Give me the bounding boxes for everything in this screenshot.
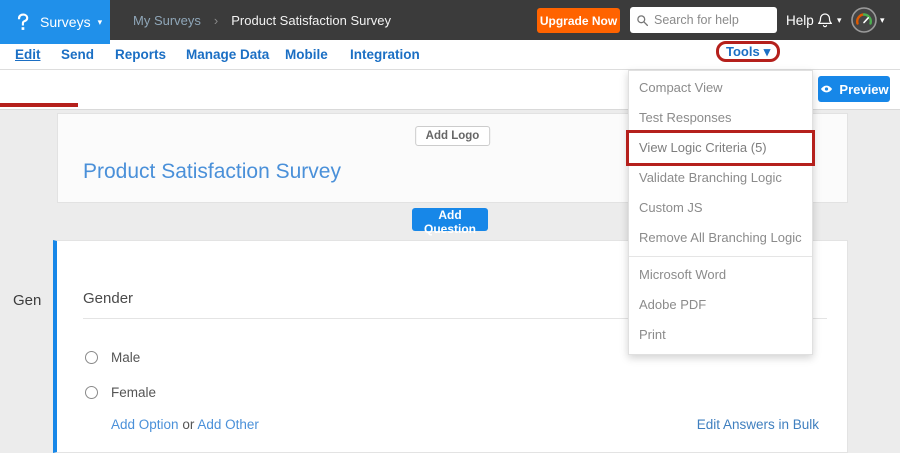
add-option-link[interactable]: Add Option bbox=[111, 417, 179, 432]
proprofs-logo-icon bbox=[13, 12, 33, 33]
menu-item-microsoft-word[interactable]: Microsoft Word bbox=[629, 260, 812, 290]
menu-item-validate-branching[interactable]: Validate Branching Logic bbox=[629, 163, 812, 193]
edit-answers-bulk-link[interactable]: Edit Answers in Bulk bbox=[697, 417, 819, 432]
survey-title[interactable]: Product Satisfaction Survey bbox=[83, 160, 341, 184]
tab-send[interactable]: Send bbox=[61, 47, 94, 62]
question-title[interactable]: Gender bbox=[83, 290, 133, 307]
add-logo-button[interactable]: Add Logo bbox=[415, 126, 491, 146]
help-search-box[interactable] bbox=[630, 7, 777, 33]
tab-mobile[interactable]: Mobile bbox=[285, 47, 328, 62]
menu-item-custom-js[interactable]: Custom JS bbox=[629, 193, 812, 223]
account-menu[interactable]: ▾ bbox=[851, 0, 885, 40]
menu-item-view-logic-criteria[interactable]: View Logic Criteria (5) bbox=[629, 133, 812, 163]
tab-reports[interactable]: Reports bbox=[115, 47, 166, 62]
chevron-down-icon: ▾ bbox=[880, 15, 885, 26]
option-row-female: Female bbox=[85, 385, 156, 400]
bell-icon bbox=[816, 11, 834, 30]
breadcrumb: My Surveys › Product Satisfaction Survey bbox=[133, 0, 391, 40]
radio-female[interactable] bbox=[85, 386, 98, 399]
chevron-down-icon: ▾ bbox=[837, 15, 842, 26]
menu-divider bbox=[629, 256, 812, 257]
tools-label: Tools bbox=[726, 44, 760, 59]
tools-dropdown-button[interactable]: Tools ▾ bbox=[716, 41, 780, 62]
preview-label: Preview bbox=[839, 82, 888, 97]
search-icon bbox=[636, 14, 649, 27]
option-label[interactable]: Male bbox=[111, 350, 140, 365]
app-window: My Surveys › Product Satisfaction Survey… bbox=[0, 0, 900, 453]
background-text-fragment: Gen bbox=[13, 292, 41, 309]
menu-item-remove-branching[interactable]: Remove All Branching Logic bbox=[629, 223, 812, 253]
option-row-male: Male bbox=[85, 350, 140, 365]
breadcrumb-my-surveys[interactable]: My Surveys bbox=[133, 13, 201, 28]
help-search-input[interactable] bbox=[654, 13, 764, 27]
tab-manage-data[interactable]: Manage Data bbox=[186, 47, 269, 62]
upgrade-now-button[interactable]: Upgrade Now bbox=[537, 8, 620, 33]
tab-integration[interactable]: Integration bbox=[350, 47, 420, 62]
menu-item-test-responses[interactable]: Test Responses bbox=[629, 103, 812, 133]
tab-edit[interactable]: Edit bbox=[15, 47, 41, 62]
breadcrumb-current-survey: Product Satisfaction Survey bbox=[231, 13, 391, 28]
top-header: My Surveys › Product Satisfaction Survey… bbox=[0, 0, 900, 40]
menu-item-compact-view[interactable]: Compact View bbox=[629, 73, 812, 103]
help-link[interactable]: Help bbox=[786, 0, 814, 40]
avatar-gauge-icon bbox=[851, 7, 877, 33]
menu-item-print[interactable]: Print bbox=[629, 320, 812, 350]
breadcrumb-separator: › bbox=[214, 13, 218, 28]
chevron-down-icon: ▾ bbox=[98, 17, 103, 28]
add-other-link[interactable]: Add Other bbox=[197, 417, 259, 432]
eye-icon bbox=[819, 83, 834, 95]
add-question-button[interactable]: Add Question bbox=[412, 208, 488, 231]
option-label[interactable]: Female bbox=[111, 385, 156, 400]
chevron-down-icon: ▾ bbox=[764, 44, 771, 60]
add-option-row: Add Option or Add Other bbox=[111, 417, 259, 432]
radio-male[interactable] bbox=[85, 351, 98, 364]
app-switcher-label: Surveys bbox=[40, 14, 91, 30]
tools-dropdown-menu: Compact View Test Responses View Logic C… bbox=[628, 70, 813, 355]
or-label: or bbox=[182, 417, 194, 432]
preview-button[interactable]: Preview bbox=[818, 76, 890, 102]
notifications-bell[interactable]: ▾ bbox=[816, 0, 842, 40]
workspace-active-underline bbox=[0, 103, 78, 107]
menu-item-adobe-pdf[interactable]: Adobe PDF bbox=[629, 290, 812, 320]
app-switcher[interactable]: Surveys ▾ bbox=[0, 0, 110, 44]
